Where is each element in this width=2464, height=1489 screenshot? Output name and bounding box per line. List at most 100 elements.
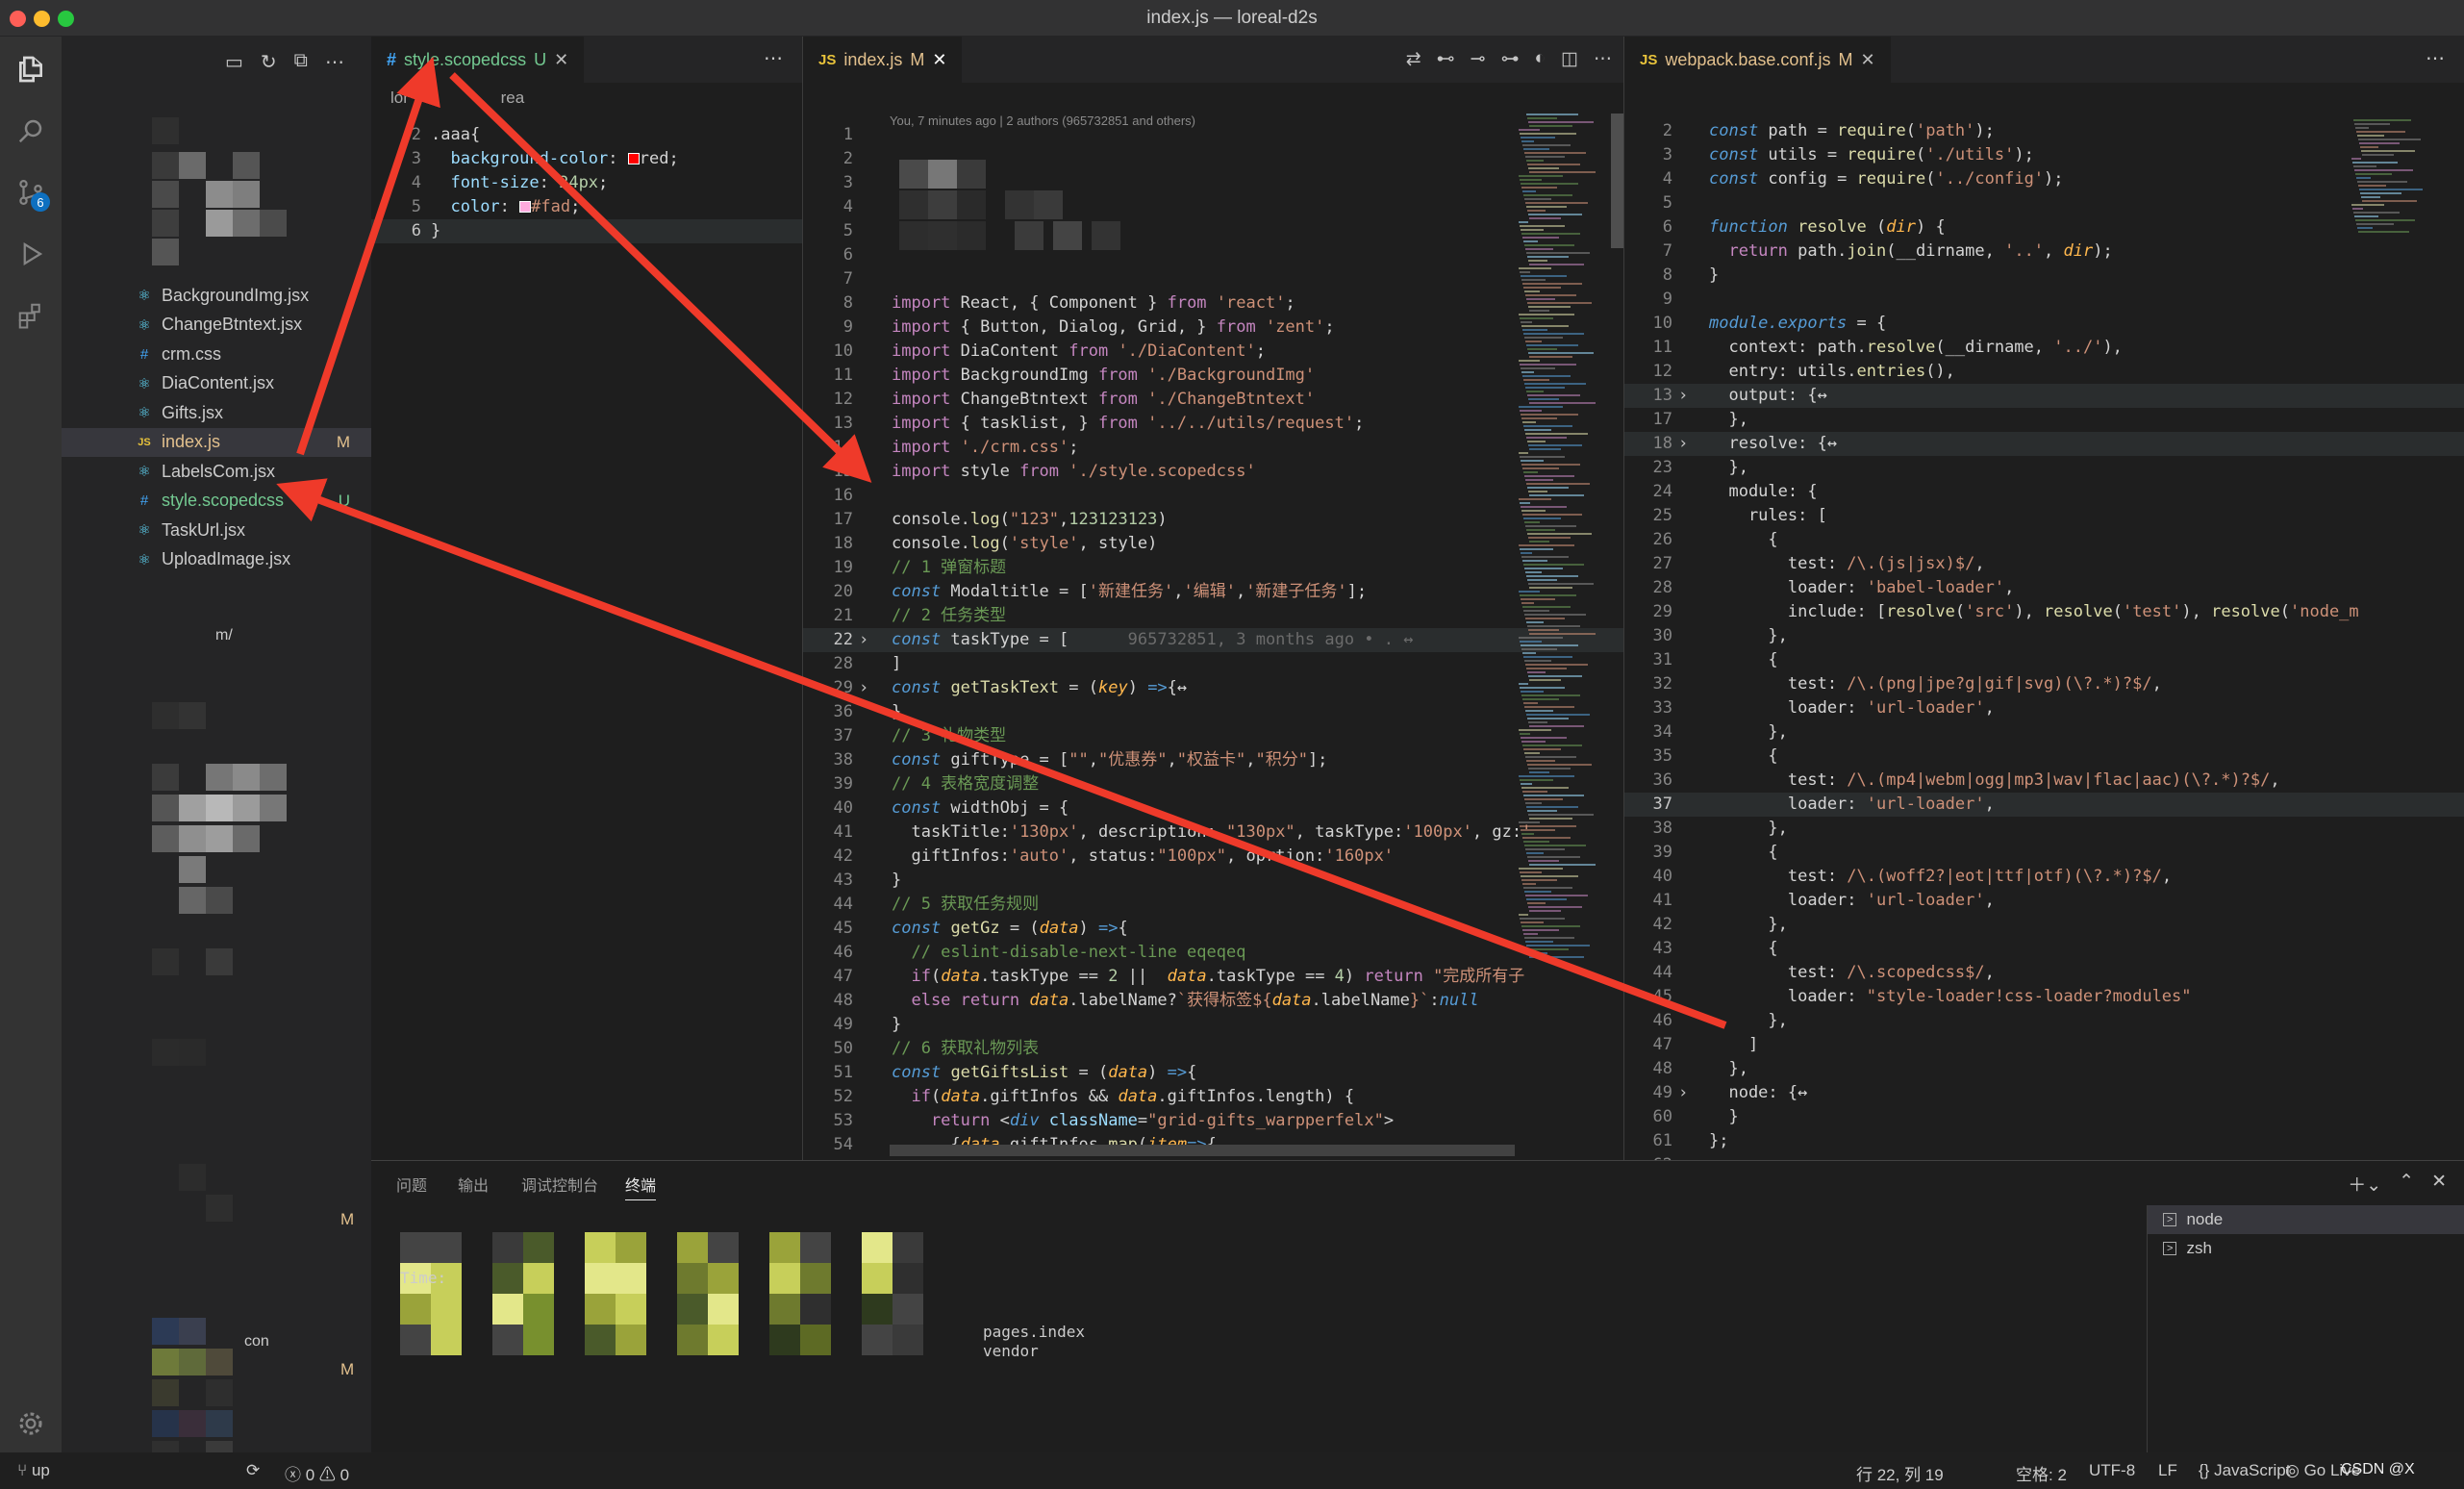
language-mode[interactable]: {} JavaScript bbox=[2199, 1461, 2290, 1480]
code-line[interactable]: 34 }, bbox=[1624, 720, 2464, 744]
code-line[interactable]: 37 loader: 'url-loader', bbox=[1624, 793, 2464, 817]
code-line[interactable]: 44 test: /\.scopedcss$/, bbox=[1624, 961, 2464, 985]
code-line[interactable]: 33 loader: 'url-loader', bbox=[1624, 696, 2464, 720]
close-panel-icon[interactable]: ✕ bbox=[2431, 1171, 2447, 1197]
split-editor-icon[interactable]: ◫ bbox=[1561, 48, 1578, 70]
tab-output[interactable]: 输出 bbox=[458, 1173, 489, 1196]
fold-chevron-icon[interactable]: › bbox=[859, 676, 868, 700]
code-line[interactable]: 46 // eslint-disable-next-line eqeqeq bbox=[803, 941, 1623, 965]
new-file-icon[interactable]: ▭ bbox=[225, 50, 243, 74]
tab-index-js[interactable]: JS index.js M ✕ bbox=[803, 37, 963, 83]
code-line[interactable]: 40 const widthObj = { bbox=[803, 796, 1623, 820]
code-line[interactable]: 29 const getTaskText = (key) =>{↔ › bbox=[803, 676, 1623, 700]
code-line[interactable]: 7 return path.join(__dirname, '..', dir)… bbox=[1624, 240, 2464, 264]
code-line[interactable]: 43} bbox=[803, 869, 1623, 893]
code-line[interactable]: 41 taskTitle:'130px', description: "130p… bbox=[803, 820, 1623, 845]
file-item[interactable]: JS index.js M bbox=[62, 427, 371, 457]
code-line[interactable]: 39 // 4 表格宽度调整 bbox=[803, 772, 1623, 796]
code-line[interactable]: 31 { bbox=[1624, 648, 2464, 672]
tab-terminal[interactable]: 终端 bbox=[625, 1173, 657, 1200]
code-line[interactable]: 48 else return data.labelName?`获得标签${dat… bbox=[803, 989, 1623, 1013]
code-line[interactable]: 1 bbox=[803, 123, 1623, 147]
code-line[interactable]: 46 }, bbox=[1624, 1009, 2464, 1033]
code-line[interactable]: 17 console.log("123",123123123) bbox=[803, 508, 1623, 532]
code-line[interactable]: 23 }, bbox=[1624, 456, 2464, 480]
code-line[interactable]: 53 return <div className="grid-gifts_war… bbox=[803, 1109, 1623, 1133]
code-line[interactable]: 18 resolve: {↔ › bbox=[1624, 432, 2464, 456]
fold-chevron-icon[interactable]: › bbox=[1678, 432, 1688, 456]
code-line[interactable]: 40 test: /\.(woff2?|eot|ttf|otf)(\?.*)?$… bbox=[1624, 865, 2464, 889]
horizontal-scrollbar[interactable] bbox=[890, 1145, 1515, 1156]
sync-icon[interactable]: ⟳ bbox=[246, 1461, 260, 1480]
code-line[interactable]: 20 const Modaltitle = ['新建任务','编辑','新建子任务… bbox=[803, 580, 1623, 604]
git-commit-icon[interactable]: ⊷ bbox=[1437, 48, 1455, 70]
code-line[interactable]: 22 const taskType = [ 965732851, 3 months… bbox=[803, 628, 1623, 652]
code-line[interactable]: 61}; bbox=[1624, 1129, 2464, 1153]
code-line[interactable]: 15 import style from './style.scopedcss' bbox=[803, 460, 1623, 484]
encoding[interactable]: UTF-8 bbox=[2089, 1461, 2135, 1480]
code-line[interactable]: 47 ] bbox=[1624, 1033, 2464, 1057]
minimap[interactable] bbox=[1515, 114, 1611, 1133]
code-line[interactable]: 29 include: [resolve('src'), resolve('te… bbox=[1624, 600, 2464, 624]
code-line[interactable]: 35 { bbox=[1624, 744, 2464, 769]
code-line[interactable]: 12 import ChangeBtntext from './ChangeBtn… bbox=[803, 388, 1623, 412]
code-line[interactable]: 51 const getGiftsList = (data) =>{ bbox=[803, 1061, 1623, 1085]
code-line[interactable]: 11 import BackgroundImg from './Backgroun… bbox=[803, 364, 1623, 388]
code-line[interactable]: 6} bbox=[371, 219, 802, 243]
file-item[interactable]: ⚛ UploadImage.jsx bbox=[62, 545, 371, 574]
file-item[interactable]: ⚛ BackgroundImg.jsx bbox=[62, 281, 371, 310]
file-item[interactable]: ⚛ LabelsCom.jsx bbox=[62, 457, 371, 486]
close-tab-icon[interactable]: ✕ bbox=[1860, 50, 1874, 70]
search-icon[interactable] bbox=[10, 110, 52, 152]
code-line[interactable]: 13 import { tasklist, } from '../../utils… bbox=[803, 412, 1623, 436]
code-line[interactable]: 10 import DiaContent from './DiaContent'; bbox=[803, 340, 1623, 364]
fold-chevron-icon[interactable]: › bbox=[1678, 384, 1688, 408]
code-line[interactable]: 42 giftInfos:'auto', status:"100px", opr… bbox=[803, 845, 1623, 869]
tab-style-scopedcss[interactable]: # style.scopedcss U ✕ bbox=[371, 37, 585, 83]
code-line[interactable]: 36} bbox=[803, 700, 1623, 724]
code-line[interactable]: 17 }, bbox=[1624, 408, 2464, 432]
code-line[interactable]: 7 bbox=[803, 267, 1623, 291]
code-line[interactable]: 30 }, bbox=[1624, 624, 2464, 648]
code-line[interactable]: 12 entry: utils.entries(), bbox=[1624, 360, 2464, 384]
code-line[interactable]: 28 loader: 'babel-loader', bbox=[1624, 576, 2464, 600]
code-line[interactable]: 2 .aaa{ bbox=[371, 123, 802, 147]
code-line[interactable]: 27 test: /\.(js|jsx)$/, bbox=[1624, 552, 2464, 576]
more-actions-icon[interactable]: ⋯ bbox=[764, 46, 783, 70]
tab-webpack-base-conf[interactable]: JS webpack.base.conf.js M ✕ bbox=[1624, 37, 1891, 83]
cursor-position[interactable]: 行 22, 列 19 bbox=[1856, 1461, 1944, 1485]
code-line[interactable]: 28] bbox=[803, 652, 1623, 676]
code-line[interactable]: 48 }, bbox=[1624, 1057, 2464, 1081]
extensions-icon[interactable] bbox=[10, 294, 52, 337]
close-window-button[interactable] bbox=[10, 11, 26, 27]
code-line[interactable]: 45 loader: "style-loader!css-loader?modu… bbox=[1624, 985, 2464, 1009]
previous-change-icon[interactable]: ⊸ bbox=[1471, 48, 1486, 70]
vertical-scrollbar[interactable] bbox=[1611, 114, 1623, 248]
code-line[interactable]: 50 // 6 获取礼物列表 bbox=[803, 1037, 1623, 1061]
file-item[interactable]: ⚛ ChangeBtntext.jsx bbox=[62, 311, 371, 340]
code-line[interactable]: 10 module.exports = { bbox=[1624, 312, 2464, 336]
code-line[interactable]: 18 console.log('style', style) bbox=[803, 532, 1623, 556]
code-line[interactable]: 60 } bbox=[1624, 1105, 2464, 1129]
code-line[interactable]: 9 import { Button, Dialog, Grid, } from '… bbox=[803, 315, 1623, 340]
more-actions-icon[interactable]: ⋯ bbox=[2426, 46, 2445, 70]
code-line[interactable]: 26 { bbox=[1624, 528, 2464, 552]
line-ending[interactable]: LF bbox=[2158, 1461, 2177, 1480]
code-line[interactable]: 21 // 2 任务类型 bbox=[803, 604, 1623, 628]
code-line[interactable]: 14 import './crm.css'; bbox=[803, 436, 1623, 460]
code-line[interactable]: 62 bbox=[1624, 1153, 2464, 1160]
code-line[interactable]: 9 bbox=[1624, 288, 2464, 312]
collapse-all-icon[interactable]: ⧉ bbox=[294, 50, 308, 74]
code-line[interactable]: 39 { bbox=[1624, 841, 2464, 865]
code-line[interactable]: 38 }, bbox=[1624, 817, 2464, 841]
code-line[interactable]: 5 bbox=[1624, 191, 2464, 215]
code-line[interactable]: 49 node: {↔ › bbox=[1624, 1081, 2464, 1105]
breadcrumb-item[interactable]: rea bbox=[501, 88, 525, 108]
file-item[interactable]: ⚛ Gifts.jsx bbox=[62, 398, 371, 427]
fold-chevron-icon[interactable]: › bbox=[859, 628, 868, 652]
code-line[interactable]: 45 const getGz = (data) =>{ bbox=[803, 917, 1623, 941]
indentation[interactable]: 空格: 2 bbox=[2016, 1461, 2067, 1485]
code-line[interactable]: 38 const giftType = ["","优惠券","权益卡","积分"]… bbox=[803, 748, 1623, 772]
code-line[interactable]: 37 // 3 礼物类型 bbox=[803, 724, 1623, 748]
close-tab-icon[interactable]: ✕ bbox=[932, 50, 946, 70]
